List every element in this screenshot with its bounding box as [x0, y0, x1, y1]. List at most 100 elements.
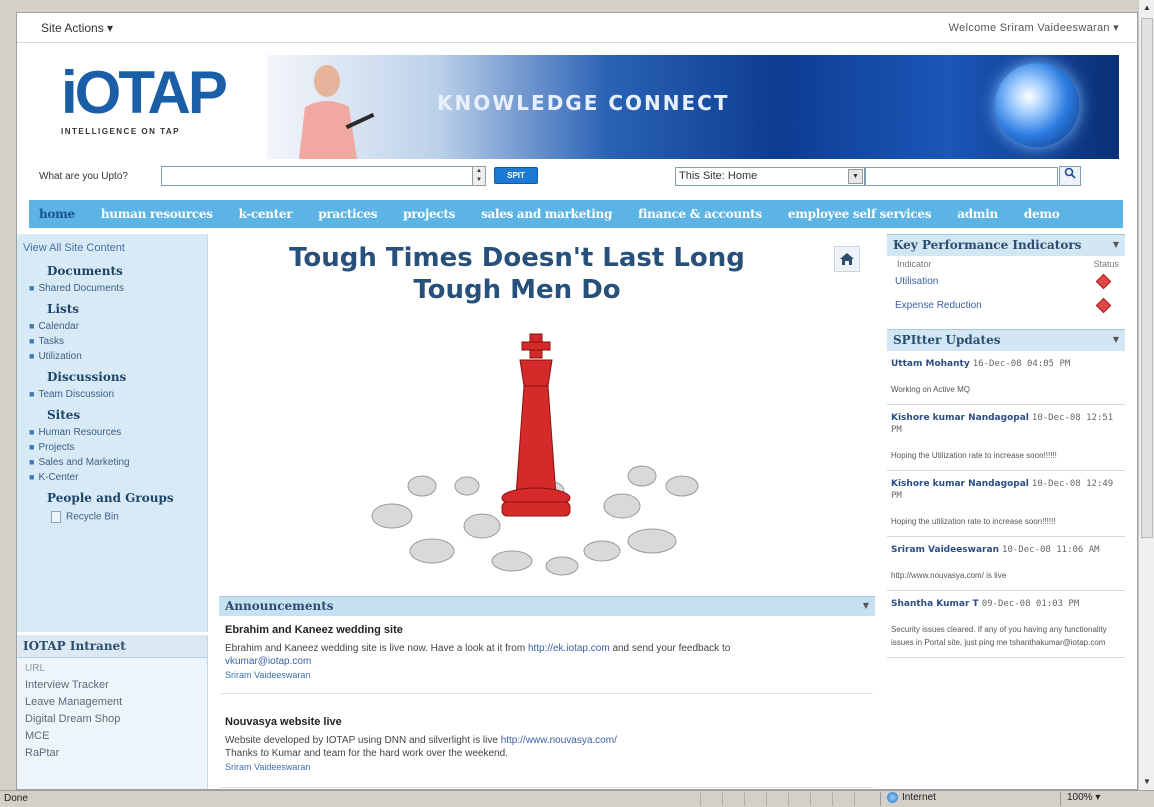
tab-home[interactable]: home [39, 207, 75, 221]
chevron-down-icon[interactable]: ▼ [1113, 334, 1119, 344]
status-cell [854, 792, 874, 806]
spitter-post: Uttam Mohanty 16-Dec-08 04:05 PM Working… [887, 351, 1125, 405]
scrollbar-thumb[interactable] [1141, 18, 1153, 538]
announcement-item: Nouvasya website live Website developed … [221, 716, 873, 788]
announcement-email-link[interactable]: vkumar@iotap.com [225, 656, 311, 667]
bullet-icon: ■ [29, 283, 35, 293]
nav-item-sales-and-marketing[interactable]: ■ Sales and Marketing [29, 457, 207, 468]
nav-item-team-discussion[interactable]: ■ Team Discussion [29, 389, 207, 400]
kpi-name[interactable]: Expense Reduction [895, 300, 982, 311]
spitter-title: SPItter Updates [893, 333, 1001, 347]
post-message: Security issues cleared. If any of you h… [891, 625, 1107, 647]
nav-header-people-and-groups[interactable]: People and Groups [47, 491, 207, 505]
nav-item-label: Shared Documents [38, 283, 125, 294]
post-time: 16-Dec-08 04:05 PM [972, 359, 1071, 369]
security-zone[interactable]: Internet [880, 792, 1010, 806]
intranet-link-raptar[interactable]: RaPtar [25, 747, 207, 759]
post-author[interactable]: Kishore kumar Nandagopal [891, 413, 1029, 423]
logo-tagline: INTELLIGENCE ON TAP [61, 127, 181, 136]
post-message: Hoping the utilization rate to increase … [891, 517, 1056, 526]
spit-spinner[interactable]: ▲ ▼ [472, 166, 486, 186]
intranet-link-mce[interactable]: MCE [25, 730, 207, 742]
announcement-link[interactable]: http://ek.iotap.com [528, 643, 610, 654]
tab-admin[interactable]: admin [957, 207, 998, 221]
search-scope-select[interactable]: This Site: Home ▼ [675, 167, 865, 186]
status-cell [832, 792, 852, 806]
tab-human-resources[interactable]: human resources [101, 207, 213, 221]
intranet-link-digital-dream-shop[interactable]: Digital Dream Shop [25, 713, 207, 725]
announcement-body: Website developed by IOTAP using DNN and… [225, 734, 869, 760]
status-cell [744, 792, 764, 806]
scroll-up-icon[interactable]: ▲ [1139, 0, 1154, 16]
site-search-input[interactable] [865, 167, 1058, 186]
post-author[interactable]: Shantha Kumar T [891, 599, 979, 609]
tab-practices[interactable]: practices [318, 207, 377, 221]
spitter-post: Sriram Vaideeswaran 10-Dec-08 11:06 AM h… [887, 537, 1125, 591]
nav-item-utilization[interactable]: ■ Utilization [29, 351, 207, 362]
motivational-quote: Tough Times Doesn't Last Long Tough Men … [217, 242, 817, 306]
chevron-down-icon[interactable]: ▼ [863, 600, 869, 610]
post-author[interactable]: Sriram Vaideeswaran [891, 545, 999, 555]
site-actions-menu[interactable]: Site Actions ▾ [41, 21, 113, 35]
chevron-down-icon[interactable]: ▼ [848, 169, 863, 184]
nav-header-lists[interactable]: Lists [47, 302, 207, 316]
home-icon[interactable] [834, 246, 860, 272]
post-author[interactable]: Kishore kumar Nandagopal [891, 479, 1029, 489]
tab-finance-accounts[interactable]: finance & accounts [638, 207, 762, 221]
nav-header-documents[interactable]: Documents [47, 264, 207, 278]
spit-input[interactable] [161, 166, 486, 186]
recycle-bin-link[interactable]: Recycle Bin [51, 511, 207, 523]
announcement-link[interactable]: http://www.nouvasya.com/ [501, 735, 617, 746]
spitter-post: Shantha Kumar T 09-Dec-08 01:03 PM Secur… [887, 591, 1125, 658]
zoom-level[interactable]: 100% ▾ [1060, 792, 1140, 806]
bullet-icon: ■ [29, 389, 35, 399]
announcement-item: Ebrahim and Kaneez wedding site Ebrahim … [221, 624, 873, 694]
intranet-link-interview-tracker[interactable]: Interview Tracker [25, 679, 207, 691]
nav-item-calendar[interactable]: ■ Calendar [29, 321, 207, 332]
nav-item-label: Sales and Marketing [38, 457, 130, 468]
tab-projects[interactable]: projects [403, 207, 455, 221]
search-icon[interactable] [1059, 166, 1081, 186]
announcements-title: Announcements [225, 599, 334, 613]
status-diamond-icon [1095, 273, 1112, 289]
intranet-title: IOTAP Intranet [17, 635, 207, 658]
spitter-panel: SPItter Updates ▼ Uttam Mohanty 16-Dec-0… [887, 329, 1125, 658]
tab-sales-and-marketing[interactable]: sales and marketing [481, 207, 612, 221]
recycle-bin-label: Recycle Bin [66, 511, 119, 523]
announcement-title[interactable]: Ebrahim and Kaneez wedding site [225, 624, 869, 636]
announcement-author[interactable]: Sriram Vaideeswaran [225, 670, 869, 680]
announcement-body-text-2: Thanks to Kumar and team for the hard wo… [225, 748, 508, 759]
vertical-scrollbar[interactable]: ▲ ▼ [1138, 0, 1154, 790]
tab-demo[interactable]: demo [1024, 207, 1060, 221]
announcement-body-text: Ebrahim and Kaneez wedding site is live … [225, 643, 526, 654]
zoom-value: 100% [1067, 792, 1093, 803]
top-navigation: home human resources k-center practices … [29, 200, 1123, 228]
tab-k-center[interactable]: k-center [239, 207, 293, 221]
intranet-link-leave-management[interactable]: Leave Management [25, 696, 207, 708]
iotap-logo[interactable]: iOTAP INTELLIGENCE ON TAP [61, 63, 231, 151]
chevron-down-icon[interactable]: ▼ [1113, 239, 1119, 249]
kpi-name[interactable]: Utilisation [895, 276, 938, 287]
main-content: Tough Times Doesn't Last Long Tough Men … [217, 234, 881, 789]
internet-globe-icon [887, 792, 898, 803]
nav-item-k-center[interactable]: ■ K-Center [29, 472, 207, 483]
nav-item-shared-documents[interactable]: ■ Shared Documents [29, 283, 207, 294]
spit-button[interactable]: SPIT [494, 167, 538, 184]
nav-item-projects[interactable]: ■ Projects [29, 442, 207, 453]
post-author[interactable]: Uttam Mohanty [891, 359, 970, 369]
kpi-col-indicator: Indicator [897, 259, 932, 269]
nav-header-discussions[interactable]: Discussions [47, 370, 207, 384]
status-cell [766, 792, 786, 806]
tab-employee-self-services[interactable]: employee self services [788, 207, 932, 221]
nav-item-tasks[interactable]: ■ Tasks [29, 336, 207, 347]
nav-item-human-resources[interactable]: ■ Human Resources [29, 427, 207, 438]
view-all-site-content-link[interactable]: View All Site Content [23, 242, 207, 254]
announcement-title[interactable]: Nouvasya website live [225, 716, 869, 728]
welcome-menu[interactable]: Welcome Sriram Vaideeswaran ▾ [949, 21, 1119, 34]
scroll-down-icon[interactable]: ▼ [1139, 774, 1154, 790]
bullet-icon: ■ [29, 321, 35, 331]
nav-header-sites[interactable]: Sites [47, 408, 207, 422]
top-bar: Site Actions ▾ Welcome Sriram Vaideeswar… [17, 13, 1137, 43]
announcement-body-text-2: and send your feedback to [612, 643, 731, 654]
announcement-author[interactable]: Sriram Vaideeswaran [225, 762, 869, 772]
